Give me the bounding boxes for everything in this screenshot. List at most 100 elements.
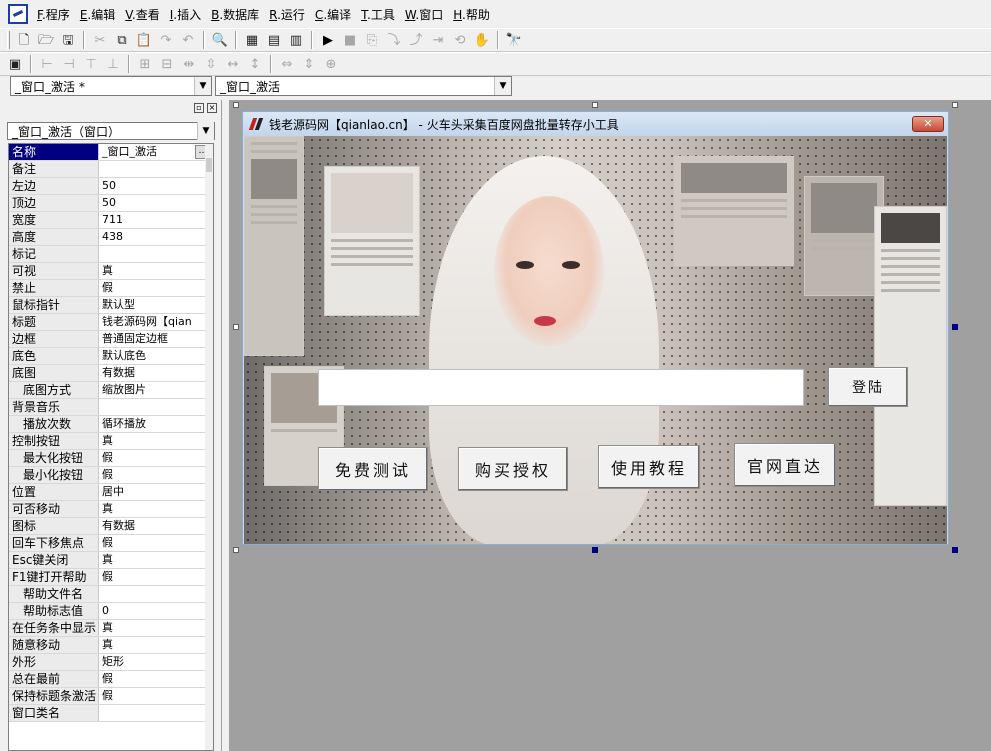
property-value[interactable]: 真: [99, 263, 213, 279]
trace-icon[interactable]: ⟲: [449, 30, 471, 50]
property-row[interactable]: 可否移动真: [9, 501, 213, 518]
run-icon[interactable]: ▶: [317, 30, 339, 50]
property-row[interactable]: 备注: [9, 161, 213, 178]
property-value[interactable]: 0: [99, 603, 213, 619]
center-horizontal-icon[interactable]: ⊞: [134, 54, 156, 74]
property-row[interactable]: 帮助标志值 0: [9, 603, 213, 620]
property-value[interactable]: 默认型: [99, 297, 213, 313]
object-combo[interactable]: _窗口_激活（窗口） ▼: [7, 122, 215, 140]
property-row[interactable]: 随意移动真: [9, 637, 213, 654]
program-set-combo[interactable]: _窗口_激活 * ▼: [10, 76, 212, 96]
property-value[interactable]: 假: [99, 450, 213, 466]
find-icon[interactable]: 🔍: [209, 30, 231, 50]
property-row[interactable]: 宽度 711: [9, 212, 213, 229]
property-value[interactable]: 真: [99, 637, 213, 653]
property-value[interactable]: 711: [99, 212, 213, 228]
center-form-h-icon[interactable]: ⇔: [276, 54, 298, 74]
property-row[interactable]: 最小化按钮假: [9, 467, 213, 484]
same-width-icon[interactable]: ⇹: [178, 54, 200, 74]
property-value[interactable]: 假: [99, 688, 213, 704]
menu-item-3[interactable]: I.插入: [165, 6, 206, 23]
property-row[interactable]: 禁止假: [9, 280, 213, 297]
menu-item-2[interactable]: V.查看: [120, 6, 165, 23]
align-right-icon[interactable]: ⊣: [58, 54, 80, 74]
property-value[interactable]: 50: [99, 178, 213, 194]
property-value[interactable]: 真: [99, 433, 213, 449]
property-value[interactable]: 缩放图片: [99, 382, 213, 398]
card-key-input[interactable]: [318, 369, 804, 406]
property-value[interactable]: [99, 586, 213, 602]
scrollbar-thumb[interactable]: [206, 158, 212, 172]
property-grid-scrollbar[interactable]: [205, 144, 213, 750]
open-folder-icon[interactable]: 🗁: [35, 30, 57, 50]
property-row[interactable]: 边框 普通固定边框: [9, 331, 213, 348]
property-value[interactable]: 假: [99, 467, 213, 483]
property-row[interactable]: 背景音乐: [9, 399, 213, 416]
property-value[interactable]: [99, 246, 213, 262]
property-row[interactable]: 保持标题条激活假: [9, 688, 213, 705]
resize-handle-bottom-left[interactable]: [233, 547, 239, 553]
align-left-icon[interactable]: ⊢: [36, 54, 58, 74]
hand-icon[interactable]: ✋: [471, 30, 493, 50]
menu-item-9[interactable]: H.帮助: [448, 6, 495, 23]
property-row[interactable]: 底图 有数据: [9, 365, 213, 382]
step-over-icon[interactable]: ⤵: [383, 30, 405, 50]
property-row[interactable]: 底色 默认底色: [9, 348, 213, 365]
resize-handle-bottom-right[interactable]: [952, 547, 958, 553]
redo-icon[interactable]: ↷: [155, 30, 177, 50]
tile-layout-icon[interactable]: ▥: [285, 30, 307, 50]
property-row[interactable]: 外形 矩形: [9, 654, 213, 671]
tutorial-button[interactable]: 使用教程: [598, 445, 700, 489]
property-value[interactable]: 矩形: [99, 654, 213, 670]
subroutine-combo[interactable]: _窗口_激活 ▼: [215, 76, 512, 96]
property-value[interactable]: [99, 161, 213, 177]
property-row[interactable]: F1键打开帮助假: [9, 569, 213, 586]
chevron-down-icon[interactable]: ▼: [494, 77, 511, 95]
property-row[interactable]: 控制按钮真: [9, 433, 213, 450]
panel-close-icon[interactable]: ×: [207, 103, 217, 113]
h-space-icon[interactable]: ↔: [222, 54, 244, 74]
property-row[interactable]: 顶边 50: [9, 195, 213, 212]
menu-item-7[interactable]: T.工具: [356, 6, 400, 23]
free-trial-button[interactable]: 免费测试: [318, 447, 428, 491]
property-row[interactable]: 鼠标指针 默认型: [9, 297, 213, 314]
resize-handle-bottom[interactable]: [592, 547, 598, 553]
stop-icon[interactable]: ■: [339, 30, 361, 50]
paste-icon[interactable]: 📋: [133, 30, 155, 50]
menu-item-4[interactable]: B.数据库: [206, 6, 264, 23]
property-value[interactable]: [99, 705, 213, 721]
grid-icon[interactable]: ⊕: [320, 54, 342, 74]
undo-icon[interactable]: ↶: [177, 30, 199, 50]
property-row[interactable]: 名称 _窗口_激活…: [9, 144, 213, 161]
login-button[interactable]: 登陆: [828, 367, 908, 407]
form-layout-icon[interactable]: ▣: [4, 54, 26, 74]
property-row[interactable]: 位置 居中: [9, 484, 213, 501]
property-value[interactable]: 普通固定边框: [99, 331, 213, 347]
same-height-icon[interactable]: ⇳: [200, 54, 222, 74]
resize-handle-left[interactable]: [233, 324, 239, 330]
panel-restore-icon[interactable]: ▫: [194, 103, 204, 113]
property-row[interactable]: 高度 438: [9, 229, 213, 246]
property-row[interactable]: 标记: [9, 246, 213, 263]
property-value[interactable]: 假: [99, 671, 213, 687]
property-row[interactable]: 回车下移焦点假: [9, 535, 213, 552]
property-value[interactable]: 假: [99, 280, 213, 296]
property-row[interactable]: 底图方式 缩放图片: [9, 382, 213, 399]
center-form-v-icon[interactable]: ⇕: [298, 54, 320, 74]
property-value[interactable]: _窗口_激活…: [99, 144, 213, 160]
property-row[interactable]: 图标 有数据: [9, 518, 213, 535]
resize-handle-right[interactable]: [952, 324, 958, 330]
run-to-cursor-icon[interactable]: ⇥: [427, 30, 449, 50]
step-out-icon[interactable]: ⤴: [405, 30, 427, 50]
menu-item-5[interactable]: R.运行: [264, 6, 310, 23]
cut-icon[interactable]: ✂: [89, 30, 111, 50]
new-file-icon[interactable]: 🗋: [13, 30, 35, 50]
property-row[interactable]: Esc键关闭真: [9, 552, 213, 569]
property-row[interactable]: 最大化按钮假: [9, 450, 213, 467]
property-value[interactable]: 居中: [99, 484, 213, 500]
property-row[interactable]: 播放次数 循环播放: [9, 416, 213, 433]
buy-license-button[interactable]: 购买授权: [458, 447, 568, 491]
form-title-bar[interactable]: 钱老源码网【qianlao.cn】 - 火车头采集百度网盘批量转存小工具: [243, 112, 948, 136]
property-row[interactable]: 帮助文件名: [9, 586, 213, 603]
property-row[interactable]: 左边 50: [9, 178, 213, 195]
